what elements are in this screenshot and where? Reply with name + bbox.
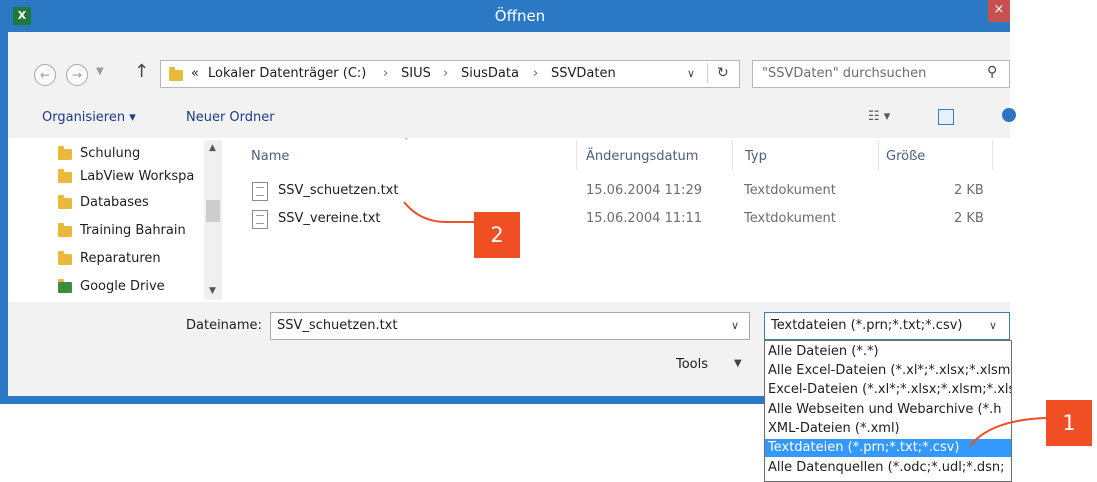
- callout-1-line: [969, 417, 1047, 447]
- callout-2-line: [403, 201, 474, 223]
- callout-lines: [403, 201, 1047, 447]
- callout-badge-1: 1: [1046, 400, 1092, 446]
- callout-badge-2: 2: [474, 212, 520, 258]
